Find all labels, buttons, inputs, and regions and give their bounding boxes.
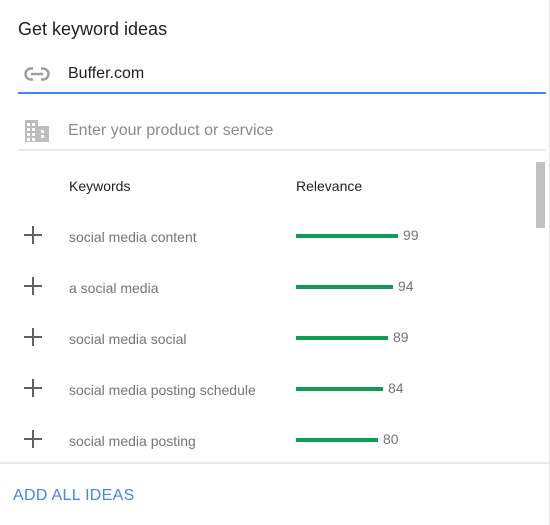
relevance-value: 89 bbox=[393, 329, 409, 345]
domain-building-icon bbox=[18, 119, 64, 143]
add-keyword-plus-icon[interactable] bbox=[22, 377, 44, 399]
relevance-value: 99 bbox=[403, 227, 419, 243]
keyword-text: social media posting schedule bbox=[69, 382, 256, 398]
product-field[interactable] bbox=[18, 112, 546, 151]
product-input[interactable] bbox=[68, 121, 508, 140]
add-all-ideas-button[interactable]: ADD ALL IDEAS bbox=[13, 487, 135, 505]
link-icon bbox=[18, 67, 64, 81]
keyword-row: social media posting schedule 84 bbox=[0, 365, 530, 415]
keyword-row: social media content 99 bbox=[0, 212, 530, 262]
footer-divider bbox=[0, 462, 549, 464]
keyword-text: social media posting bbox=[69, 433, 196, 449]
scrollbar[interactable] bbox=[536, 160, 546, 462]
relevance-bar bbox=[296, 438, 378, 442]
relevance-column-header: Relevance bbox=[296, 178, 363, 194]
relevance-value: 80 bbox=[383, 431, 399, 447]
scrollbar-thumb[interactable] bbox=[536, 162, 545, 228]
keyword-row: a social media 94 bbox=[0, 263, 530, 313]
keyword-row: social media posting 80 bbox=[0, 416, 530, 462]
panel-title: Get keyword ideas bbox=[18, 19, 168, 39]
add-keyword-plus-icon[interactable] bbox=[22, 326, 44, 348]
keyword-text: a social media bbox=[69, 280, 159, 296]
keyword-text: social media social bbox=[69, 331, 187, 347]
add-keyword-plus-icon[interactable] bbox=[22, 224, 44, 246]
relevance-value: 84 bbox=[388, 380, 404, 396]
relevance-bar bbox=[296, 285, 393, 289]
relevance-bar bbox=[296, 234, 398, 238]
keyword-row: social media social 89 bbox=[0, 314, 530, 364]
keyword-text: social media content bbox=[69, 229, 197, 245]
url-field-value[interactable]: Buffer.com bbox=[68, 65, 144, 83]
relevance-value: 94 bbox=[398, 278, 414, 294]
add-keyword-plus-icon[interactable] bbox=[22, 428, 44, 450]
url-field[interactable]: Buffer.com bbox=[18, 56, 546, 94]
add-keyword-plus-icon[interactable] bbox=[22, 275, 44, 297]
keywords-column-header: Keywords bbox=[69, 178, 131, 194]
keyword-ideas-list: Keywords Relevance social media content 9… bbox=[0, 160, 549, 462]
relevance-bar bbox=[296, 336, 388, 340]
relevance-bar bbox=[296, 387, 383, 391]
